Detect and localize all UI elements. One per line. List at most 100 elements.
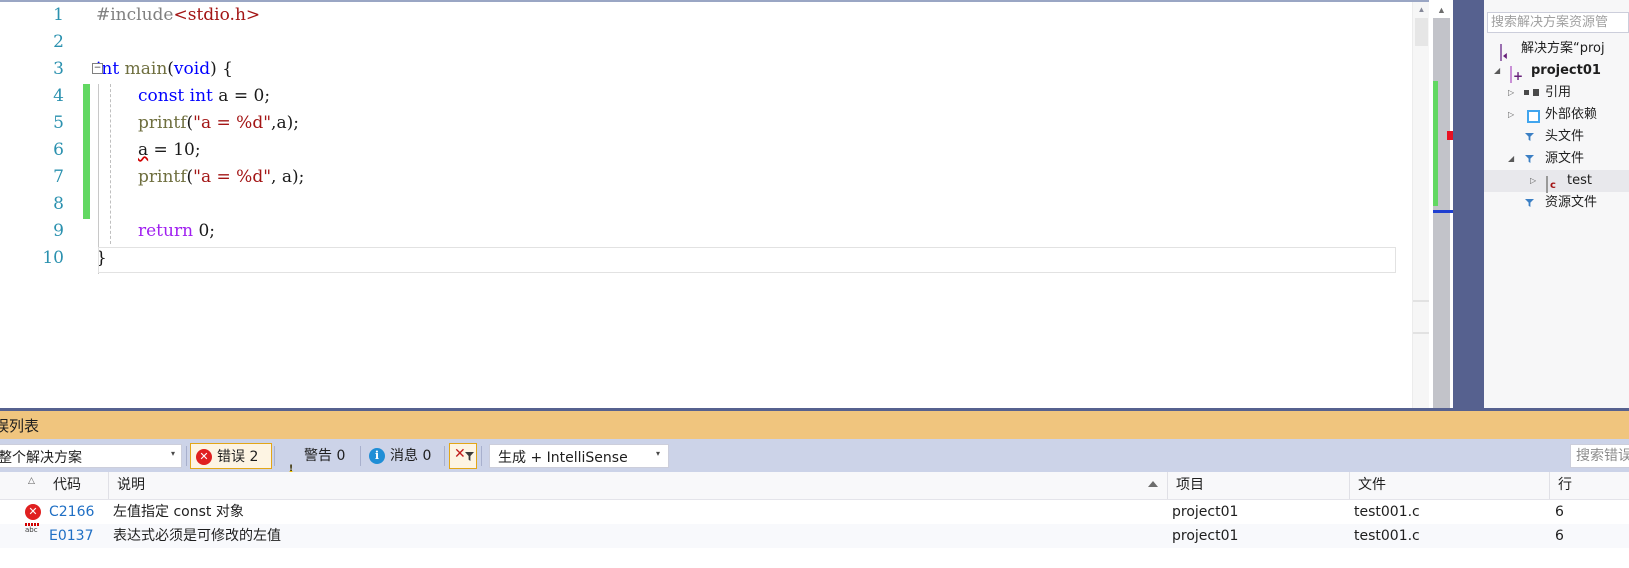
code-token: , a);	[271, 167, 305, 187]
scroll-marker	[1413, 300, 1429, 302]
column-header-project[interactable]: 项目	[1168, 472, 1350, 499]
clear-filter-button[interactable]: ✕	[449, 443, 477, 469]
solution-tree-item[interactable]: ▷ 引用	[1484, 82, 1629, 104]
toggle-errors-button[interactable]: ✕ 错误 2	[190, 443, 272, 469]
solution-tree-item[interactable]: 头文件	[1484, 126, 1629, 148]
code-line[interactable]: 5 printf("a = %d",a);	[0, 110, 1400, 137]
solution-tree-item-label: project01	[1531, 63, 1601, 78]
scrollbar-track[interactable]	[1433, 18, 1455, 408]
chevron-down-icon[interactable]: ▾	[656, 449, 660, 458]
toolbar-separator	[444, 446, 445, 466]
solution-tree-item-label: 资源文件	[1545, 195, 1598, 210]
editor-vertical-scrollbar[interactable]: ▲	[1412, 2, 1429, 408]
change-marker-green	[1433, 81, 1438, 206]
code-text[interactable]: a = 10;	[138, 137, 201, 164]
code-editor[interactable]: 1 #include<stdio.h> 2 3 int main(void) { 4 con…	[0, 0, 1429, 408]
scroll-up-icon[interactable]: ▲	[1413, 2, 1429, 17]
code-text[interactable]: return 0;	[138, 218, 215, 245]
solution-tree-item-label: test	[1567, 173, 1592, 188]
solution-icon	[1500, 44, 1502, 61]
code-line[interactable]: 1 #include<stdio.h>	[0, 2, 1400, 29]
visual-studio-window: 1 #include<stdio.h> 2 3 int main(void) { 4 con…	[0, 0, 1629, 568]
solution-tree-container[interactable]: 搜索解决方案资源管 解决方案“proj ◢ project01 ▷ 引用 ▷ 外部依赖头文件…	[1484, 0, 1629, 408]
error-project-cell: project01	[1172, 528, 1239, 544]
code-text[interactable]: printf("a = %d",a);	[138, 110, 299, 137]
chevron-down-icon[interactable]: ▾	[171, 449, 175, 458]
code-line[interactable]: 6 a = 10;	[0, 137, 1400, 164]
code-token: )	[210, 59, 217, 79]
solution-explorer-panel[interactable]: ▲ 搜索解决方案资源管 解决方案“proj ◢ project01 ▷ 引用 ▷ 外部依赖头…	[1429, 0, 1629, 408]
solution-tree-item[interactable]: ▷ test	[1484, 170, 1629, 193]
code-text[interactable]: const int a = 0;	[138, 83, 270, 110]
toggle-messages-label: 消息 0	[390, 448, 432, 464]
chevron-right-icon[interactable]: ▷	[1508, 82, 1514, 104]
error-file-cell: test001.c	[1354, 528, 1420, 544]
code-token: a =	[212, 86, 254, 106]
build-source-value: 生成 + IntelliSense	[498, 450, 628, 466]
code-line[interactable]: 2	[0, 29, 1400, 56]
error-description-cell: 左值指定 const 对象	[113, 504, 244, 520]
toggle-warnings-button[interactable]: 警告 0	[278, 443, 358, 483]
chevron-down-icon[interactable]: ◢	[1494, 60, 1500, 82]
error-search-input[interactable]: 搜索错误	[1570, 444, 1629, 468]
line-number: 5	[53, 113, 64, 133]
table-row[interactable]: ✕ C2166 左值指定 const 对象 project01 test001.c 6	[0, 500, 1629, 524]
code-token: printf	[138, 113, 187, 133]
column-header-code[interactable]: 代码	[45, 472, 109, 499]
error-table-header[interactable]: △ 代码 说明 项目 文件行	[0, 472, 1629, 500]
solution-search-input[interactable]: 搜索解决方案资源管	[1487, 12, 1629, 33]
solution-scrollbar-column[interactable]: ▲	[1429, 0, 1455, 408]
code-text[interactable]: int main(void) {	[96, 56, 233, 83]
code-token: {	[216, 59, 233, 79]
scrollbar-thumb[interactable]	[1415, 18, 1428, 46]
solution-tree-item-label: 头文件	[1545, 129, 1585, 144]
build-source-dropdown[interactable]: 生成 + IntelliSense ▾	[489, 444, 669, 468]
code-token: const	[138, 86, 185, 106]
column-header-file[interactable]: 文件	[1350, 472, 1550, 499]
error-file-cell: test001.c	[1354, 504, 1420, 520]
code-line[interactable]: 9 return 0;	[0, 218, 1400, 245]
line-number: 4	[53, 86, 64, 106]
code-token: main	[124, 59, 168, 79]
code-line[interactable]: 3 int main(void) {	[0, 56, 1400, 83]
solution-tree-item-label: 解决方案“proj	[1521, 41, 1605, 56]
code-token: <stdio.h>	[173, 5, 261, 25]
solution-tree-item[interactable]: ◢ 源文件	[1484, 148, 1629, 170]
chevron-right-icon[interactable]: ▷	[1530, 170, 1536, 192]
code-token: "a = %d"	[193, 167, 272, 187]
solution-tree-item[interactable]: ▷ 外部依赖	[1484, 104, 1629, 126]
column-header-line[interactable]: 行	[1550, 472, 1629, 499]
solution-tree-item[interactable]: 解决方案“proj	[1484, 38, 1629, 61]
solution-tree-item[interactable]: 资源文件	[1484, 192, 1629, 214]
collapse-region-icon[interactable]: −	[92, 63, 103, 74]
code-token: 10	[173, 140, 195, 160]
line-number: 10	[42, 248, 64, 268]
code-text[interactable]: printf("a = %d", a);	[138, 164, 304, 191]
scroll-marker	[1413, 332, 1429, 334]
line-number: 3	[53, 59, 64, 79]
code-line[interactable]: 4 const int a = 0;	[0, 83, 1400, 110]
solution-tree-item-label: 外部依赖	[1545, 107, 1598, 122]
code-surface[interactable]: 1 #include<stdio.h> 2 3 int main(void) { 4 con…	[0, 2, 1400, 408]
table-row[interactable]: E0137 表达式必须是可修改的左值 project01 test001.c 6	[0, 524, 1629, 548]
solution-tree-item[interactable]: ◢ project01	[1484, 60, 1629, 83]
chevron-right-icon[interactable]: ▷	[1508, 104, 1514, 126]
code-text[interactable]: #include<stdio.h>	[96, 2, 260, 29]
code-token: =	[148, 140, 174, 160]
code-line[interactable]: 8	[0, 191, 1400, 218]
code-token: 0	[198, 221, 210, 241]
scope-dropdown[interactable]: 整个解决方案 ▾	[0, 444, 182, 468]
error-line-cell: 6	[1555, 504, 1564, 520]
error-list-panel[interactable]: 误列表 整个解决方案 ▾ ✕ 错误 2 警告 0 i 消息 0 ✕ 生成 + Intel…	[0, 408, 1629, 568]
code-line[interactable]: 7 printf("a = %d", a);	[0, 164, 1400, 191]
code-token: ;	[194, 140, 201, 160]
toggle-messages-button[interactable]: i 消息 0	[364, 443, 444, 469]
column-header-description[interactable]: 说明	[109, 472, 1168, 499]
line-number: 2	[53, 32, 64, 52]
code-token: void	[173, 59, 211, 79]
scroll-up-icon[interactable]: ▲	[1433, 2, 1450, 18]
chevron-down-icon[interactable]: ◢	[1508, 148, 1514, 170]
error-list-title: 误列表	[0, 417, 40, 435]
code-token: return	[138, 221, 194, 241]
error-list-toolbar[interactable]: 整个解决方案 ▾ ✕ 错误 2 警告 0 i 消息 0 ✕ 生成 + IntelliSe…	[0, 439, 1629, 483]
